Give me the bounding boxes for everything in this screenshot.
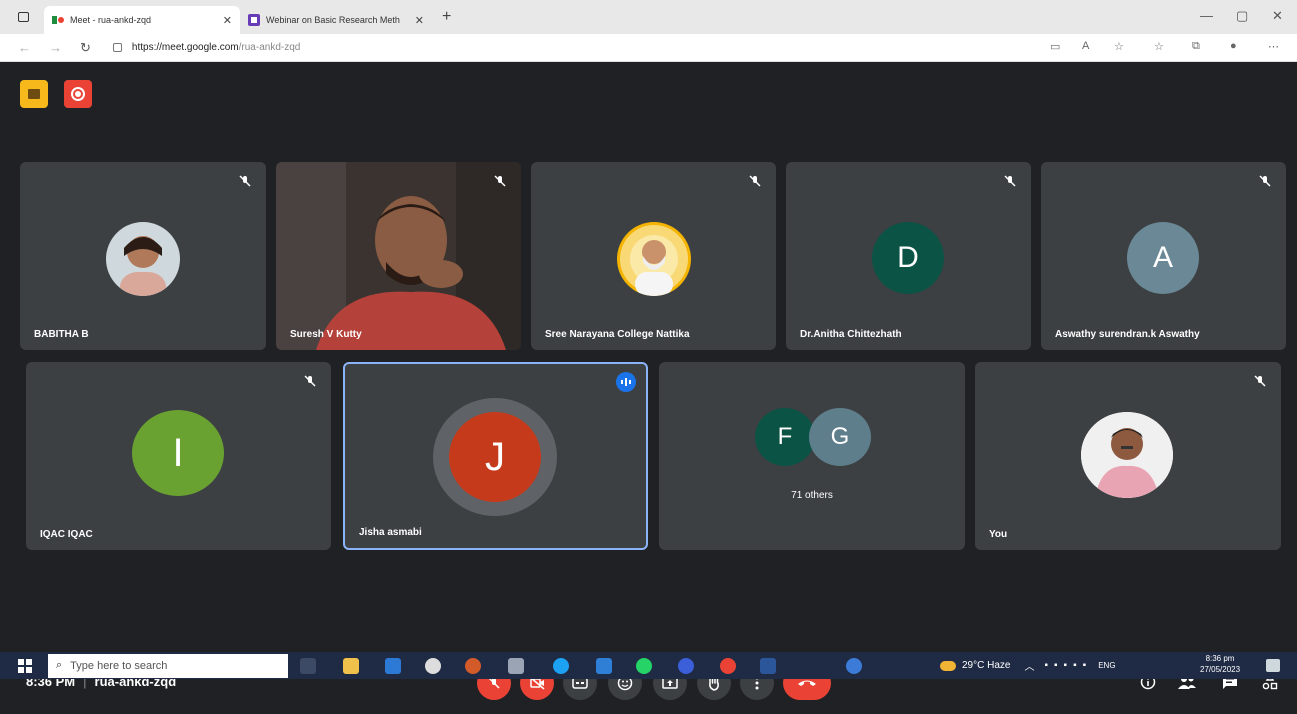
taskbar-search-box[interactable]: ⌕ Type here to search bbox=[48, 653, 288, 678]
forward-icon[interactable]: → bbox=[49, 40, 62, 55]
participant-name: BABITHA B bbox=[34, 329, 89, 340]
task-view-icon[interactable] bbox=[300, 658, 316, 674]
participant-tile[interactable]: Suresh V Kutty bbox=[276, 162, 521, 350]
tab-webinar[interactable]: Webinar on Basic Research Meth ✕ bbox=[240, 6, 432, 34]
tab-title: Webinar on Basic Research Meth bbox=[266, 15, 400, 25]
tray-chevron-icon[interactable]: ︿ bbox=[1024, 658, 1034, 673]
word-icon[interactable] bbox=[760, 658, 776, 674]
taskbar-clock[interactable]: 8:36 pm 27/05/2023 bbox=[1200, 653, 1240, 675]
help-icon[interactable] bbox=[846, 658, 862, 674]
mic-off-icon bbox=[1259, 175, 1271, 187]
browser-tab-bar: Meet - rua-ankd-zqd ✕ Webinar on Basic R… bbox=[0, 0, 1297, 34]
taskbar-time: 8:36 pm bbox=[1205, 654, 1235, 663]
back-icon[interactable]: ← bbox=[18, 40, 31, 55]
collections-icon[interactable]: ⧉ bbox=[1192, 40, 1200, 53]
edge-icon[interactable] bbox=[553, 658, 569, 674]
camera-in-use-icon[interactable]: ▭ bbox=[1050, 40, 1060, 53]
mic-off-icon bbox=[749, 175, 761, 187]
mic-off-icon bbox=[494, 175, 506, 187]
tray-icons[interactable]: ▪▪▪▪▪ bbox=[1044, 660, 1092, 671]
url-host: https://meet.google.com bbox=[131, 42, 239, 53]
app-icon[interactable] bbox=[508, 658, 524, 674]
refresh-icon[interactable]: ↻ bbox=[80, 40, 91, 56]
opera-icon[interactable] bbox=[425, 658, 441, 674]
participant-tile[interactable]: BABITHA B bbox=[20, 162, 266, 350]
participant-avatar: F bbox=[755, 408, 815, 466]
participant-video bbox=[276, 162, 521, 350]
system-tray: 29°C Haze ︿ ▪▪▪▪▪ ENG bbox=[940, 652, 1116, 679]
others-count: 71 others bbox=[791, 490, 833, 501]
participant-name: Sree Narayana College Nattika bbox=[545, 329, 690, 340]
notification-icon[interactable] bbox=[1266, 659, 1280, 672]
participant-name: Suresh V Kutty bbox=[290, 329, 362, 340]
participant-avatar: G bbox=[809, 408, 871, 466]
participant-name: You bbox=[989, 529, 1008, 540]
meet-stage: BABITHA B Suresh V Kutty Sree Narayana C… bbox=[0, 62, 1297, 700]
app-icon[interactable] bbox=[678, 658, 694, 674]
search-icon: ⌕ bbox=[56, 659, 63, 671]
close-window-icon[interactable]: ✕ bbox=[1272, 8, 1283, 24]
more-menu-icon[interactable]: ⋯ bbox=[1268, 40, 1279, 53]
mic-off-icon bbox=[304, 375, 316, 387]
favorites-icon[interactable]: ☆ bbox=[1154, 40, 1164, 53]
mail-icon[interactable] bbox=[596, 658, 612, 674]
participant-photo bbox=[617, 222, 691, 296]
file-explorer-icon[interactable] bbox=[343, 658, 359, 674]
recording-icon[interactable] bbox=[64, 80, 92, 108]
app-icon[interactable] bbox=[465, 658, 481, 674]
participant-name: IQAC IQAC bbox=[40, 529, 93, 540]
close-tab-icon[interactable]: ✕ bbox=[415, 14, 424, 27]
language-indicator[interactable]: ENG bbox=[1098, 661, 1115, 670]
others-tile[interactable]: F G 71 others bbox=[659, 362, 965, 550]
participant-name: Aswathy surendran.k Aswathy bbox=[1055, 329, 1200, 340]
favorite-add-icon[interactable]: ☆ bbox=[1114, 40, 1124, 53]
tab-actions-button[interactable] bbox=[12, 6, 34, 28]
end-call-icon bbox=[798, 680, 816, 686]
meet-recording-icon bbox=[52, 16, 64, 24]
weather-icon bbox=[940, 660, 956, 671]
participant-tile[interactable]: I IQAC IQAC bbox=[26, 362, 331, 550]
participant-avatar: D bbox=[872, 222, 944, 294]
dropbox-icon[interactable] bbox=[385, 658, 401, 674]
profile-icon[interactable]: ● bbox=[1230, 40, 1237, 52]
mic-off-icon bbox=[239, 175, 251, 187]
search-placeholder: Type here to search bbox=[70, 659, 168, 672]
tab-title: Meet - rua-ankd-zqd bbox=[70, 15, 152, 25]
participant-tile[interactable]: J Jisha asmabi bbox=[343, 362, 648, 550]
window-icon bbox=[17, 12, 29, 22]
self-tile[interactable]: You bbox=[975, 362, 1281, 550]
participant-avatar: J bbox=[449, 412, 541, 502]
participant-tile[interactable]: D Dr.Anitha Chittezhath bbox=[786, 162, 1031, 350]
close-tab-icon[interactable]: ✕ bbox=[223, 14, 232, 27]
presentation-icon[interactable] bbox=[20, 80, 48, 108]
lock-icon bbox=[112, 43, 122, 52]
participant-avatar: I bbox=[132, 410, 224, 496]
restore-icon[interactable]: ▢ bbox=[1236, 8, 1248, 24]
address-bar: ← → ↻ https://meet.google.com/rua-ankd-z… bbox=[0, 34, 1297, 62]
windows-start-icon[interactable] bbox=[18, 658, 32, 673]
mic-off-icon bbox=[1004, 175, 1016, 187]
mic-off-icon bbox=[1254, 375, 1266, 387]
tab-meet[interactable]: Meet - rua-ankd-zqd ✕ bbox=[44, 6, 240, 34]
participant-photo bbox=[106, 222, 180, 296]
taskbar-date: 27/05/2023 bbox=[1200, 665, 1241, 674]
whatsapp-icon[interactable] bbox=[636, 658, 652, 674]
minimize-icon[interactable]: — bbox=[1200, 8, 1213, 23]
weather-text[interactable]: 29°C Haze bbox=[962, 660, 1010, 671]
chrome-icon[interactable] bbox=[720, 658, 736, 674]
read-aloud-icon[interactable]: A bbox=[1082, 40, 1089, 52]
participant-name: Jisha asmabi bbox=[359, 527, 422, 538]
url-path: /rua-ankd-zqd bbox=[238, 42, 301, 53]
new-tab-icon[interactable]: + bbox=[442, 8, 451, 26]
speaking-indicator-icon bbox=[616, 372, 636, 392]
participant-tile[interactable]: A Aswathy surendran.k Aswathy bbox=[1041, 162, 1286, 350]
participant-avatar: A bbox=[1127, 222, 1199, 294]
participant-photo bbox=[1081, 412, 1173, 498]
participant-name: Dr.Anitha Chittezhath bbox=[800, 329, 902, 340]
url-field[interactable]: https://meet.google.com/rua-ankd-zqd bbox=[112, 42, 301, 53]
forms-icon bbox=[248, 14, 260, 26]
participant-tile[interactable]: Sree Narayana College Nattika bbox=[531, 162, 776, 350]
